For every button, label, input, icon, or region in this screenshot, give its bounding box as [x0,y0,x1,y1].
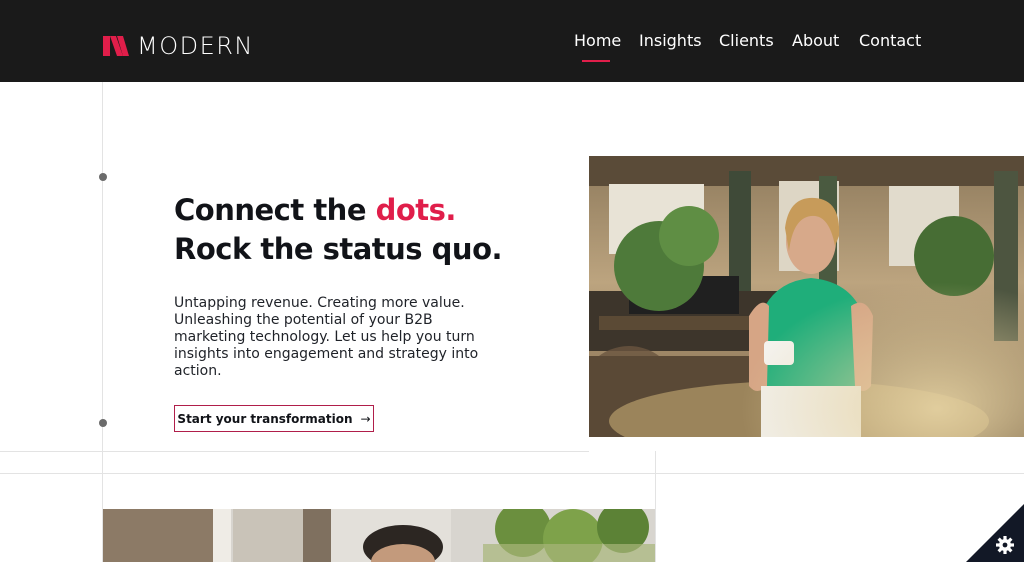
hero-title-line2: Rock the status quo. [174,232,503,266]
hero-title-accent: dots. [375,193,457,227]
site-header: MODERN Home Insights Clients About Conta… [0,0,1024,82]
grid-line-horizontal-lower [0,473,1024,474]
main-nav: Home Insights Clients About Contact [0,31,1024,61]
nav-clients[interactable]: Clients [719,31,774,51]
grid-line-vertical-right [655,451,656,562]
hero-photo [589,156,1024,437]
arrow-right-icon: → [360,411,371,426]
timeline-dot-bottom [99,419,107,427]
nav-insights[interactable]: Insights [639,31,702,51]
gear-icon [996,536,1014,554]
grid-line-horizontal [0,451,589,452]
nav-contact[interactable]: Contact [859,31,921,51]
nav-about[interactable]: About [792,31,839,51]
hero-title-prefix: Connect the [174,193,376,227]
start-transformation-button[interactable]: Start your transformation → [174,405,374,432]
active-nav-indicator [582,60,610,62]
grid-line-vertical-left [102,82,103,562]
hero-title: Connect the dots. Rock the status quo. [174,191,503,269]
settings-corner-button[interactable] [966,504,1024,562]
nav-home[interactable]: Home [574,31,621,51]
hero-body: Untapping revenue. Creating more value. … [174,295,479,379]
second-section-photo [103,509,655,562]
timeline-dot-top [99,173,107,181]
cta-label: Start your transformation [177,411,353,426]
